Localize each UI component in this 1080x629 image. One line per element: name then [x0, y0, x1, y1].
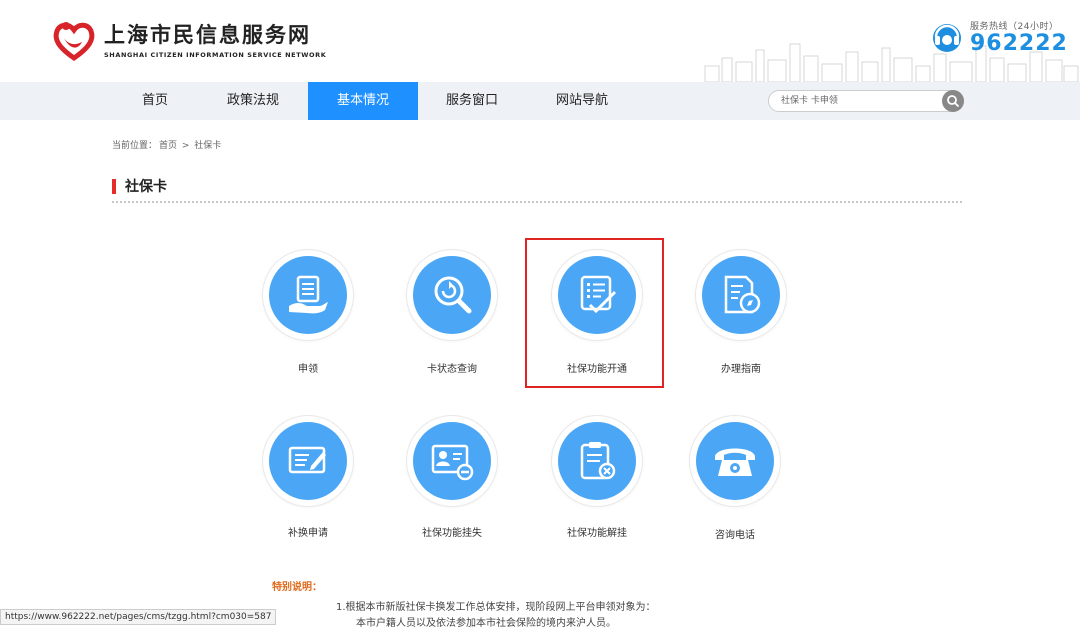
- section-heading: 社保卡: [112, 176, 167, 196]
- nav-item-policies[interactable]: 政策法规: [198, 82, 308, 120]
- logo-heart-icon: [53, 22, 95, 62]
- service-label: 补换申请: [288, 528, 328, 539]
- tile-ring: [407, 250, 497, 340]
- tile-circle: [413, 422, 491, 500]
- hotline: 服务热线（24小时） 962222: [928, 18, 1068, 56]
- breadcrumb: 当前位置： 首页 > 社保卡: [112, 138, 223, 151]
- service-label: 咨询电话: [715, 530, 755, 541]
- service-card-status[interactable]: 卡状态查询: [392, 250, 512, 390]
- service-hotline[interactable]: 咨询电话: [675, 416, 795, 556]
- notice-line-1: 1.根据本市新版社保卡换发工作总体安排，现阶段网上平台申领对象为：: [336, 602, 656, 613]
- headset-icon: [933, 24, 961, 52]
- tile-circle: [269, 422, 347, 500]
- breadcrumb-current: 社保卡: [194, 141, 222, 151]
- main-nav: 首页 政策法规 基本情况 服务窗口 网站导航: [0, 82, 1080, 120]
- browser-status-url: https://www.962222.net/pages/cms/tzgg.ht…: [0, 609, 277, 625]
- tile-ring: [690, 416, 780, 506]
- search-box: [768, 90, 964, 112]
- tile-ring: [263, 250, 353, 340]
- tile-ring: [552, 416, 642, 506]
- notice-title: 特别说明：: [272, 582, 322, 593]
- tile-ring: [263, 416, 353, 506]
- service-guide[interactable]: 办理指南: [681, 250, 801, 390]
- nav-item-service-window[interactable]: 服务窗口: [417, 82, 527, 120]
- tile-circle: [702, 256, 780, 334]
- guide-compass-icon: [724, 275, 761, 314]
- highlight-box: [525, 238, 664, 388]
- hotline-number[interactable]: 962222: [970, 31, 1068, 56]
- nav-item-site-nav[interactable]: 网站导航: [527, 82, 637, 120]
- breadcrumb-home[interactable]: 首页: [159, 141, 177, 151]
- nav-item-basic-info[interactable]: 基本情况: [308, 82, 418, 120]
- tile-circle: [269, 256, 347, 334]
- card-edit-icon: [288, 446, 326, 474]
- telephone-icon: [715, 448, 755, 476]
- nav-item-home[interactable]: 首页: [100, 82, 210, 120]
- service-report-loss[interactable]: 社保功能挂失: [392, 416, 512, 556]
- service-label: 申领: [298, 364, 318, 375]
- clipboard-cancel-icon: [580, 442, 616, 480]
- notice-line-2: 本市户籍人员以及依法参加本市社会保险的境内来沪人员。: [356, 618, 616, 629]
- service-label: 社保功能解挂: [567, 528, 627, 539]
- site-header: 上海市民信息服务网 SHANGHAI CITIZEN INFORMATION S…: [0, 0, 1080, 82]
- service-label: 卡状态查询: [427, 364, 477, 375]
- service-label: 办理指南: [721, 364, 761, 375]
- service-label: 社保功能挂失: [422, 528, 482, 539]
- service-apply[interactable]: 申领: [248, 250, 368, 390]
- hotline-label: 服务热线（24小时）: [970, 21, 1059, 32]
- apply-hand-icon: [289, 275, 328, 314]
- service-unfreeze[interactable]: 社保功能解挂: [537, 416, 657, 556]
- search-button[interactable]: [942, 90, 964, 112]
- site-logo[interactable]: 上海市民信息服务网 SHANGHAI CITIZEN INFORMATION S…: [50, 16, 326, 64]
- search-input[interactable]: [781, 94, 931, 108]
- site-subtitle: SHANGHAI CITIZEN INFORMATION SERVICE NET…: [104, 50, 327, 59]
- site-title: 上海市民信息服务网: [104, 22, 311, 47]
- tile-circle: [558, 422, 636, 500]
- breadcrumb-separator: >: [179, 141, 193, 151]
- breadcrumb-prefix: 当前位置：: [112, 141, 158, 151]
- tile-ring: [696, 250, 786, 340]
- tile-circle: [413, 256, 491, 334]
- title-accent-bar: [112, 178, 116, 194]
- tile-circle: [696, 422, 774, 500]
- page-title: 社保卡: [125, 179, 167, 195]
- search-refresh-icon: [434, 276, 472, 314]
- service-replace[interactable]: 补换申请: [248, 416, 368, 556]
- id-card-minus-icon: [431, 444, 474, 481]
- search-icon: [947, 95, 960, 108]
- dotted-divider: [112, 201, 962, 203]
- tile-ring: [407, 416, 497, 506]
